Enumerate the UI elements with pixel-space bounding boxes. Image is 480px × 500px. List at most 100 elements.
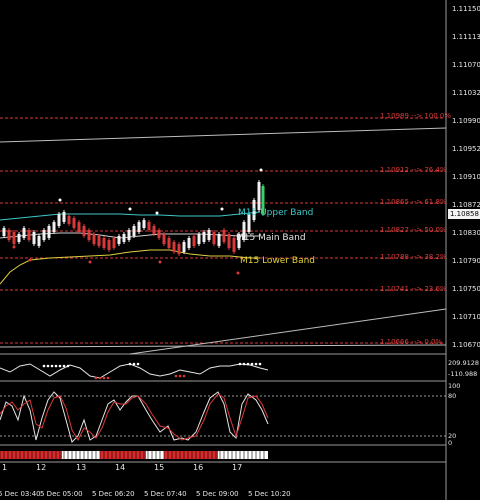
candle-body (12, 232, 16, 244)
candle-body (132, 226, 136, 236)
fib-level-label: 1.10865 --> 61.8% (380, 198, 447, 206)
hour-marker: 16 (193, 463, 204, 472)
candle-body (97, 236, 101, 246)
hour-marker: 13 (76, 463, 87, 472)
candle-body (17, 234, 21, 242)
candle-body (57, 214, 61, 226)
osc1-dot (182, 374, 186, 378)
fib-level-label: 1.10666 --> 0.0% (380, 338, 443, 346)
session-segment (218, 451, 268, 459)
osc1-dot (174, 374, 178, 378)
candle-body (157, 230, 161, 238)
time-axis-tick: 5 Dec 03:40 (0, 490, 41, 498)
lower-band-label: M15 Lower Band (240, 256, 316, 266)
time-axis-tick: 5 Dec 07:40 (144, 490, 187, 498)
session-segment (194, 451, 218, 459)
price-axis-tick: 1.10990 (452, 117, 480, 125)
candle-body (192, 236, 196, 246)
time-axis-tick: 5 Dec 10:20 (248, 490, 291, 498)
candle-body (177, 244, 181, 254)
osc1-dot (42, 364, 46, 368)
fractal-dot (58, 198, 62, 202)
fractal-dot (220, 207, 224, 211)
candle-body (142, 220, 146, 228)
candle-body (257, 182, 261, 210)
osc1-dot (132, 362, 136, 366)
fractal-dot (158, 260, 162, 264)
candle-body (127, 230, 131, 240)
candle-body (197, 234, 201, 244)
osc1-dot (54, 364, 58, 368)
fractal-dot (88, 260, 92, 264)
candle-body (162, 234, 166, 244)
stoch-level-80-label: 80 (448, 392, 457, 400)
price-axis-tick: 1.10790 (452, 257, 480, 265)
time-axis-tick: 5 Dec 06:20 (92, 490, 135, 498)
fractal-dot (259, 168, 263, 172)
price-axis-tick: 1.10830 (452, 229, 480, 237)
candle-body (22, 228, 26, 238)
fib-level-label: 1.10741 --> 23.6% (380, 285, 447, 293)
candle-body (2, 228, 6, 236)
price-axis-tick: 1.11070 (452, 61, 480, 69)
price-axis-tick: 1.10952 (452, 145, 480, 153)
price-axis-tick: 1.11113 (452, 33, 480, 41)
candle-body (137, 222, 141, 232)
session-bar (0, 451, 268, 459)
hour-marker: 14 (115, 463, 126, 472)
candle-body (82, 226, 86, 236)
osc1-dot (254, 362, 258, 366)
candle-body (67, 216, 71, 224)
candle-body (42, 230, 46, 240)
price-axis-tick: 1.10910 (452, 173, 480, 181)
osc1-dot (238, 362, 242, 366)
lower-band-line (0, 249, 260, 285)
candle-body (182, 242, 186, 252)
hour-marker: 1 (2, 463, 8, 472)
price-axis-tick: 1.11032 (452, 89, 480, 97)
candle-body (152, 226, 156, 234)
osc1-dot (106, 376, 110, 380)
osc1-dot (62, 364, 66, 368)
osc1-dot (178, 374, 182, 378)
candle-body (72, 218, 76, 228)
upper-band-line (0, 211, 261, 221)
fib-level-label: 1.10989 --> 100.0% (380, 112, 452, 120)
osc1-dot (98, 376, 102, 380)
price-axis-tick: 1.10750 (452, 285, 480, 293)
osc1-dot (250, 362, 254, 366)
osc1-dot (246, 362, 250, 366)
candle-body (62, 212, 66, 222)
candle-body (112, 238, 116, 248)
osc1-dots (42, 362, 262, 380)
current-price-badge: 1.10858 (448, 209, 480, 219)
candle-body (147, 222, 151, 230)
candle-body (117, 236, 121, 244)
candle-body (187, 238, 191, 248)
fib-level-label: 1.10827 --> 50.0% (380, 226, 447, 234)
osc1-top-value: 209.9128 (448, 359, 480, 367)
osc1-dot (94, 376, 98, 380)
candle-body (107, 240, 111, 250)
fractal-dot (28, 258, 32, 262)
candle-body (167, 238, 171, 248)
hour-marker: 15 (154, 463, 165, 472)
osc1-dot (128, 362, 132, 366)
stoch-signal-line (0, 393, 269, 442)
upper-band-label: M15 Upper Band (238, 208, 314, 218)
main-band-label: M15 Main Band (236, 233, 306, 243)
candle-body (37, 236, 41, 246)
time-axis-tick: 5 Dec 05:00 (40, 490, 83, 498)
trend-line-lower (129, 308, 447, 355)
hour-marker: 17 (232, 463, 243, 472)
session-segment (0, 451, 62, 459)
fractal-dot (128, 207, 132, 211)
fractal-dot (155, 211, 159, 215)
fib-level-label: 1.10788 --> 38.2% (380, 253, 447, 261)
osc1-dot (66, 364, 70, 368)
candle-body (52, 222, 56, 232)
candle-body (32, 232, 36, 244)
candle-body (222, 230, 226, 242)
chart-canvas[interactable] (0, 0, 480, 500)
trend-line-upper (0, 127, 447, 143)
